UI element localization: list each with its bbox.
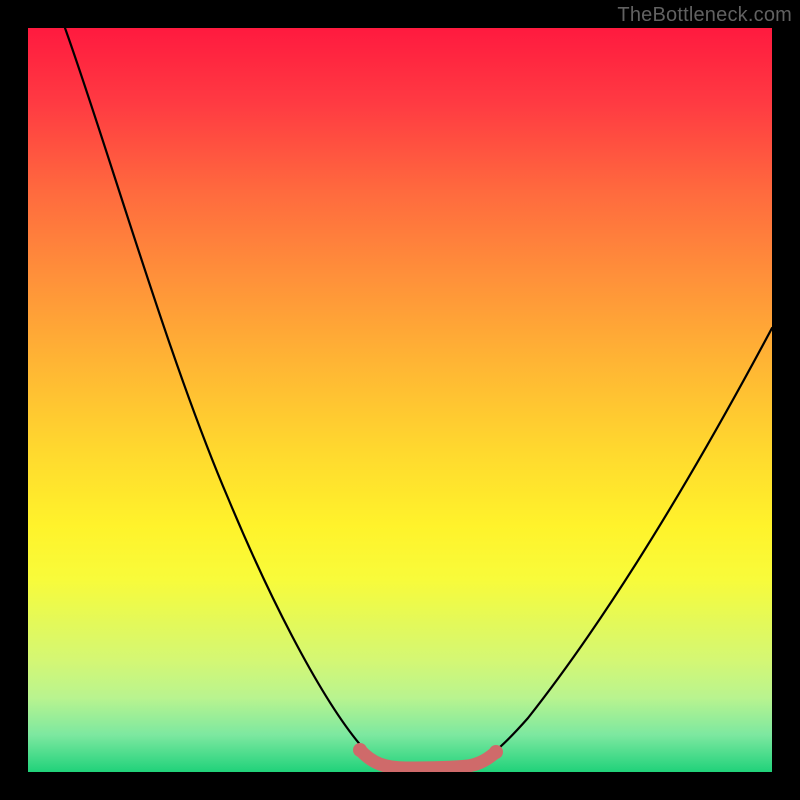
bottleneck-curve — [65, 28, 772, 768]
gradient-plot-area — [28, 28, 772, 772]
chart-svg — [28, 28, 772, 772]
watermark-text: TheBottleneck.com — [617, 4, 792, 27]
valley-highlight-dot-left — [353, 743, 367, 757]
valley-highlight-dot-right — [489, 745, 503, 759]
valley-highlight — [360, 750, 496, 768]
